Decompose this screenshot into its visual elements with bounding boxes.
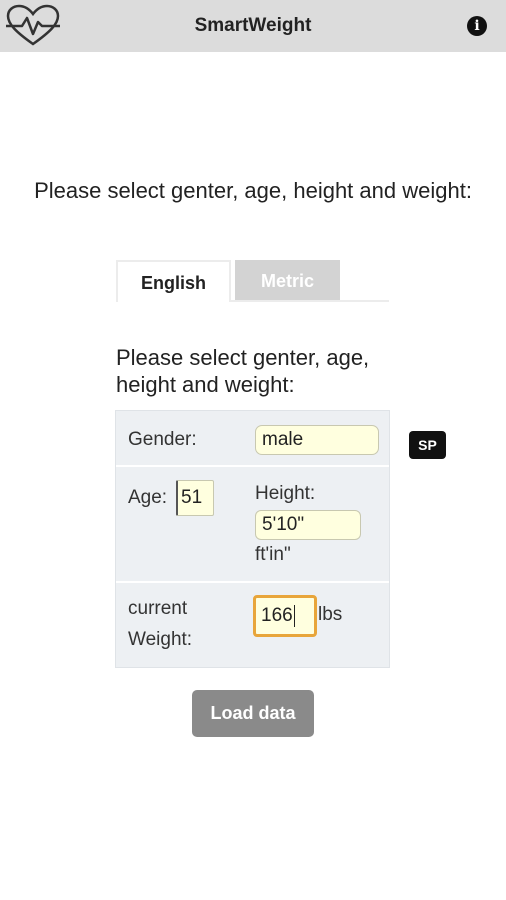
app-title: SmartWeight — [194, 15, 312, 36]
tab-divider — [231, 300, 389, 302]
tab-english[interactable]: English — [116, 260, 231, 302]
weight-input[interactable]: 166 — [253, 595, 317, 637]
weight-unit-label: lbs — [318, 604, 343, 625]
height-unit-label: ft'in" — [255, 544, 291, 565]
height-input[interactable]: 5'10" — [255, 510, 361, 540]
gender-label: Gender: — [128, 429, 197, 450]
sp-button[interactable]: SP — [409, 431, 446, 459]
height-label: Height: — [255, 483, 316, 504]
select-prompt: Please select genter, age, height and we… — [34, 178, 472, 203]
info-icon[interactable]: i — [467, 16, 487, 36]
text-caret — [293, 604, 295, 627]
tab-metric[interactable]: Metric — [235, 260, 340, 302]
measurement-form: Gender: male Age: 51 Height: 5'10" ft'in… — [115, 410, 390, 668]
form-prompt: Please select genter, age, height and we… — [116, 345, 370, 397]
row-divider — [116, 581, 389, 583]
gender-select[interactable]: male — [255, 425, 379, 455]
app-header: SmartWeight i — [0, 0, 506, 52]
weight-label-line1: current — [128, 598, 188, 619]
load-data-button[interactable]: Load data — [192, 690, 314, 737]
row-divider — [116, 465, 389, 467]
weight-label-line2: Weight: — [128, 629, 193, 650]
age-label: Age: — [128, 487, 168, 508]
weight-value: 166 — [261, 605, 293, 626]
age-input[interactable]: 51 — [176, 480, 214, 516]
